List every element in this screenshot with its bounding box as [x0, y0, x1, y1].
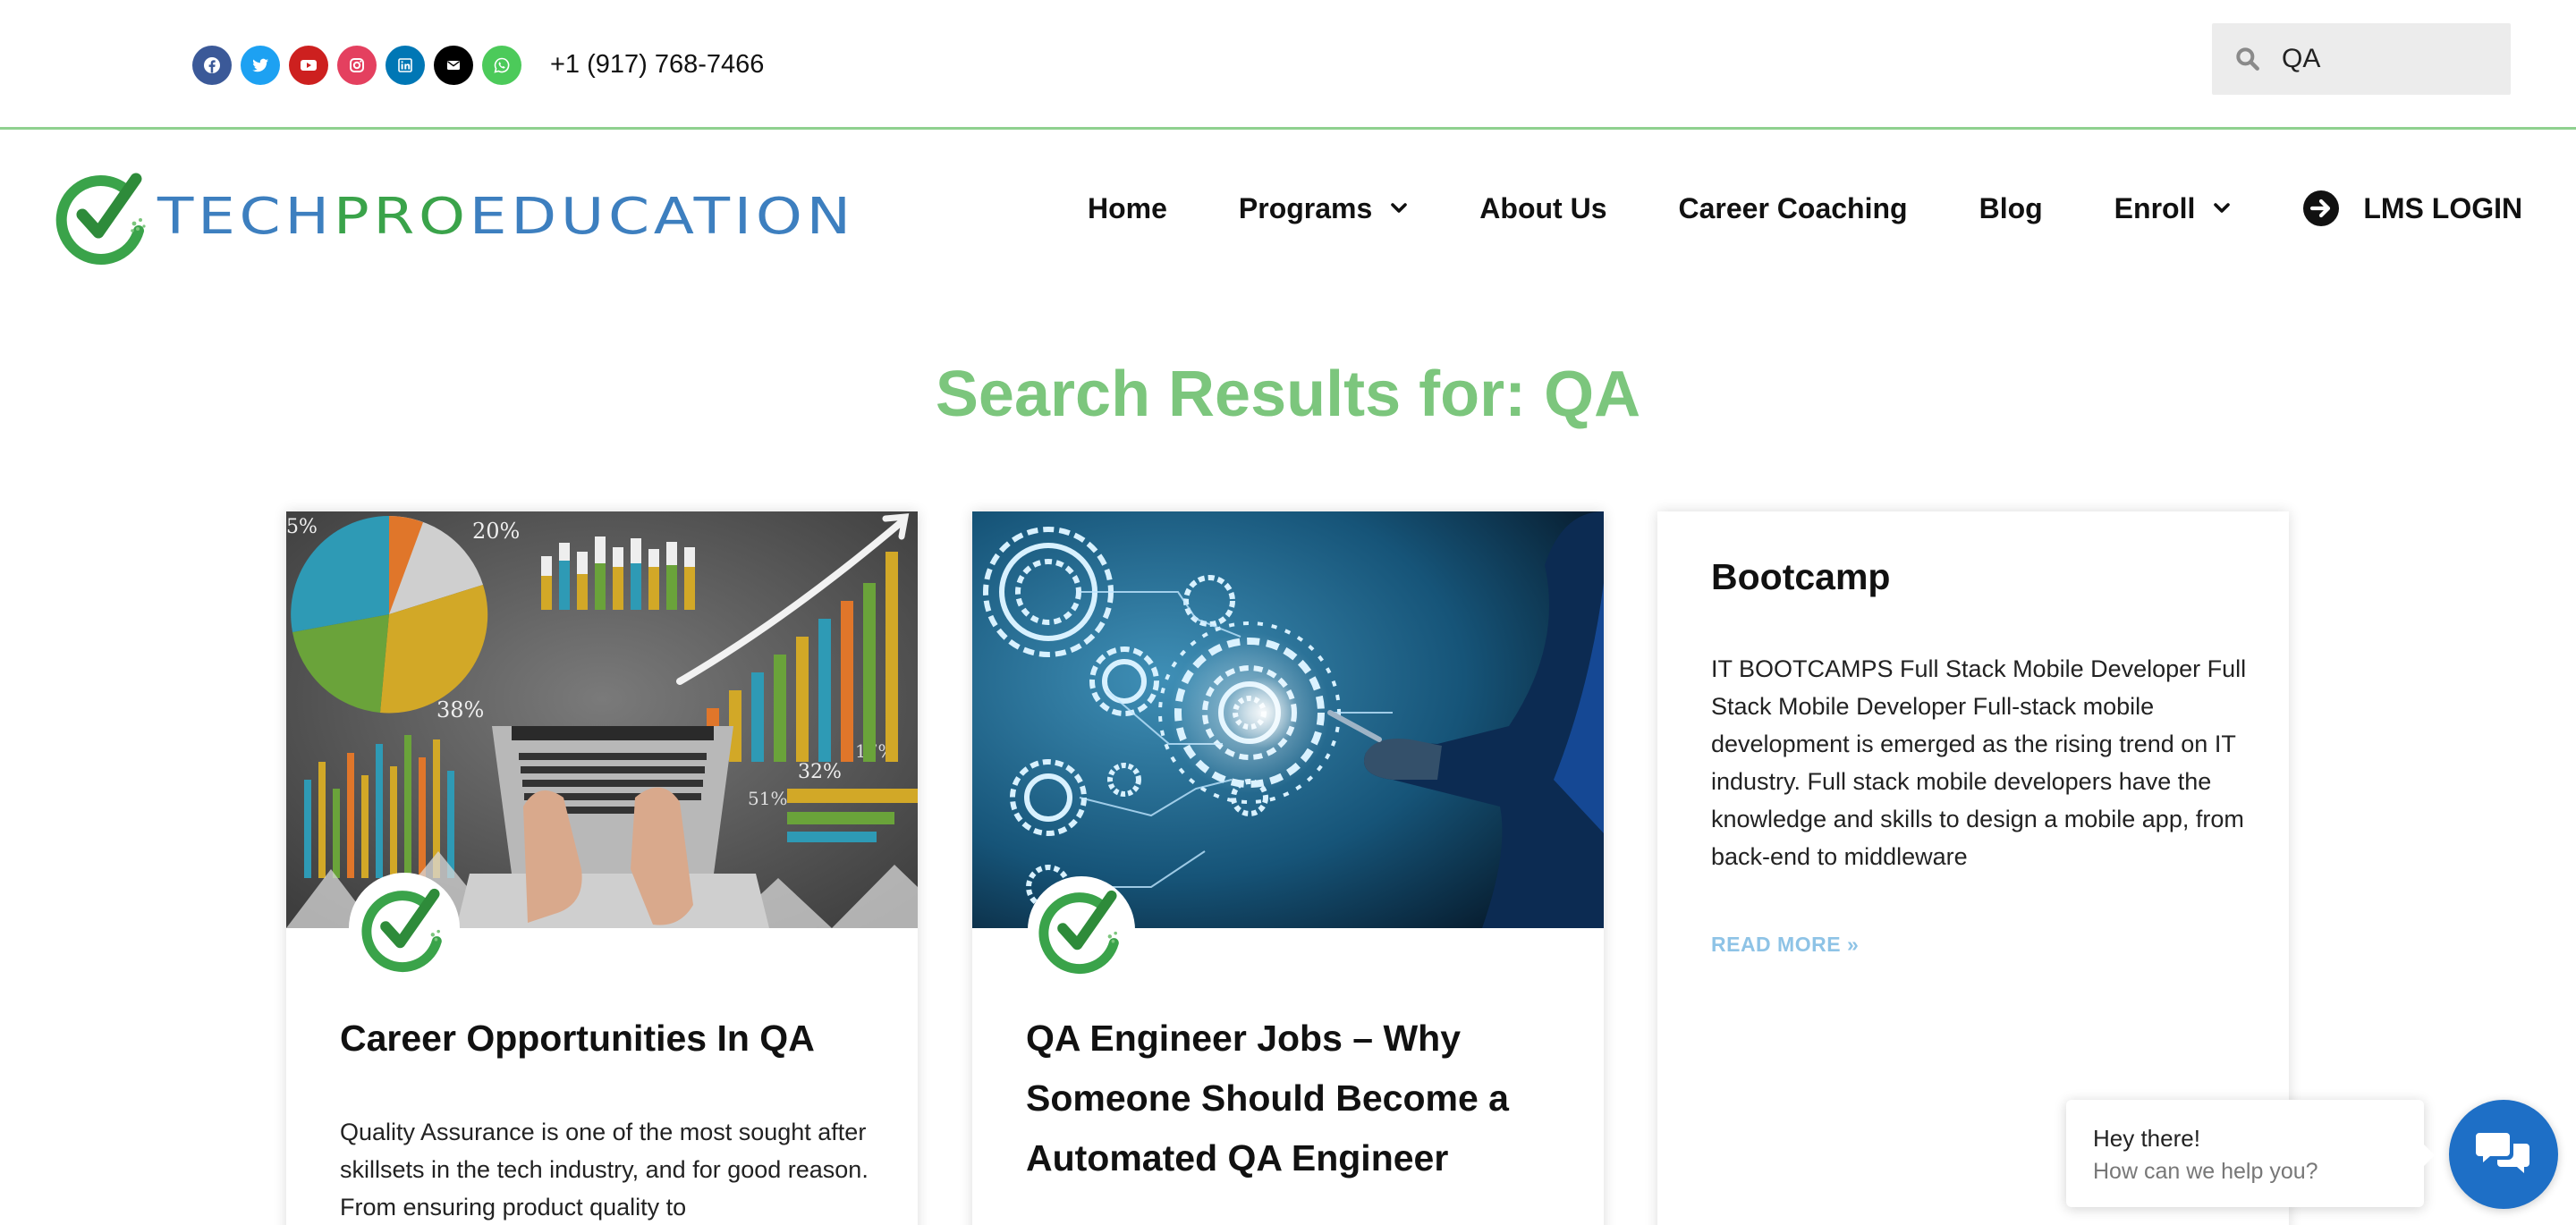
logo-check-icon	[55, 173, 146, 265]
email-link[interactable]	[434, 46, 473, 85]
nav-about-label: About Us	[1479, 191, 1607, 224]
image-label: 51%	[748, 788, 787, 809]
facebook-icon	[204, 57, 220, 73]
search-input[interactable]	[2282, 44, 2496, 74]
card-title[interactable]: Career Opportunities In QA	[340, 1009, 877, 1069]
youtube-link[interactable]	[289, 46, 328, 85]
nav-lms-login[interactable]: LMS LOGIN	[2302, 190, 2522, 227]
linkedin-link[interactable]	[386, 46, 425, 85]
nav-blog-label: Blog	[1979, 191, 2043, 224]
chevron-down-icon	[2214, 203, 2231, 213]
author-avatar[interactable]	[1028, 876, 1135, 984]
youtube-icon	[301, 60, 317, 71]
nav-blog[interactable]: Blog	[1979, 192, 2043, 225]
chat-greeting-bubble[interactable]: Hey there! How can we help you?	[2066, 1100, 2435, 1207]
logo-wordmark: TECHPROEDUCATION	[157, 188, 855, 246]
social-links	[192, 46, 521, 85]
image-label: 20%	[472, 519, 520, 544]
logo-check-icon	[361, 888, 442, 973]
nav-career-label: Career Coaching	[1678, 191, 1908, 224]
author-avatar[interactable]	[349, 873, 460, 984]
facebook-link[interactable]	[192, 46, 232, 85]
arrow-circle-right-icon	[2303, 190, 2340, 226]
phone-number[interactable]: +1 (917) 768-7466	[550, 50, 764, 80]
chevron-down-icon	[1391, 203, 1408, 213]
nav-enroll-label: Enroll	[2114, 191, 2196, 224]
image-label: 38%	[436, 697, 484, 722]
nav-home[interactable]: Home	[1088, 192, 1167, 225]
result-card: 5% 20% 38% 32% 17% 51%	[286, 511, 918, 1225]
tech-gears-image	[972, 511, 1604, 928]
nav-lms-label: LMS LOGIN	[2363, 191, 2523, 224]
instagram-link[interactable]	[337, 46, 377, 85]
analytics-laptop-image: 5% 20% 38% 32% 17% 51%	[286, 511, 918, 928]
chat-greeting: Hey there!	[2093, 1125, 2200, 1152]
card-excerpt: IT BOOTCAMPS Full Stack Mobile Developer…	[1711, 655, 2247, 870]
main-nav: Home Programs About Us Career Coaching B…	[1088, 186, 2522, 231]
image-label: 5%	[286, 516, 318, 538]
card-image-analytics[interactable]: 5% 20% 38% 32% 17% 51%	[286, 511, 918, 928]
logo-text-education: EDUCATION	[469, 187, 855, 246]
image-label: 32%	[798, 761, 842, 783]
logo-text-pro: PRO	[333, 187, 470, 246]
chat-launcher-button[interactable]	[2449, 1100, 2558, 1209]
chat-bubbles-icon	[2476, 1133, 2529, 1173]
linkedin-icon	[398, 58, 412, 72]
nav-career-coaching[interactable]: Career Coaching	[1679, 192, 1908, 225]
site-logo[interactable]: TECHPROEDUCATION	[54, 168, 851, 265]
read-more-link[interactable]: READ MORE »	[1711, 933, 1859, 957]
whatsapp-icon	[494, 57, 510, 73]
twitter-icon	[252, 58, 268, 72]
page-title: Search Results for: QA	[935, 359, 1641, 430]
top-bar: +1 (917) 768-7466	[0, 0, 2576, 130]
nav-about-us[interactable]: About Us	[1479, 192, 1606, 225]
card-image-tech-gears[interactable]	[972, 511, 1604, 928]
logo-text-tech: TECH	[157, 187, 334, 246]
nav-enroll[interactable]: Enroll	[2114, 192, 2232, 225]
card-title[interactable]: QA Engineer Jobs – Why Someone Should Be…	[1026, 1009, 1563, 1188]
logo-check-icon	[1038, 890, 1119, 975]
nav-programs[interactable]: Programs	[1239, 192, 1408, 225]
result-card: QA Engineer Jobs – Why Someone Should Be…	[972, 511, 1604, 1225]
instagram-icon	[350, 58, 364, 72]
card-title[interactable]: Bootcamp	[1711, 547, 2248, 607]
nav-home-label: Home	[1088, 191, 1167, 224]
card-excerpt: Quality Assurance is one of the most sou…	[340, 1119, 869, 1221]
chat-prompt: How can we help you?	[2093, 1159, 2318, 1184]
twitter-link[interactable]	[241, 46, 280, 85]
whatsapp-link[interactable]	[482, 46, 521, 85]
search-icon[interactable]	[2233, 45, 2262, 73]
nav-programs-label: Programs	[1238, 191, 1373, 224]
search-box[interactable]	[2212, 23, 2511, 95]
envelope-icon	[447, 61, 460, 70]
